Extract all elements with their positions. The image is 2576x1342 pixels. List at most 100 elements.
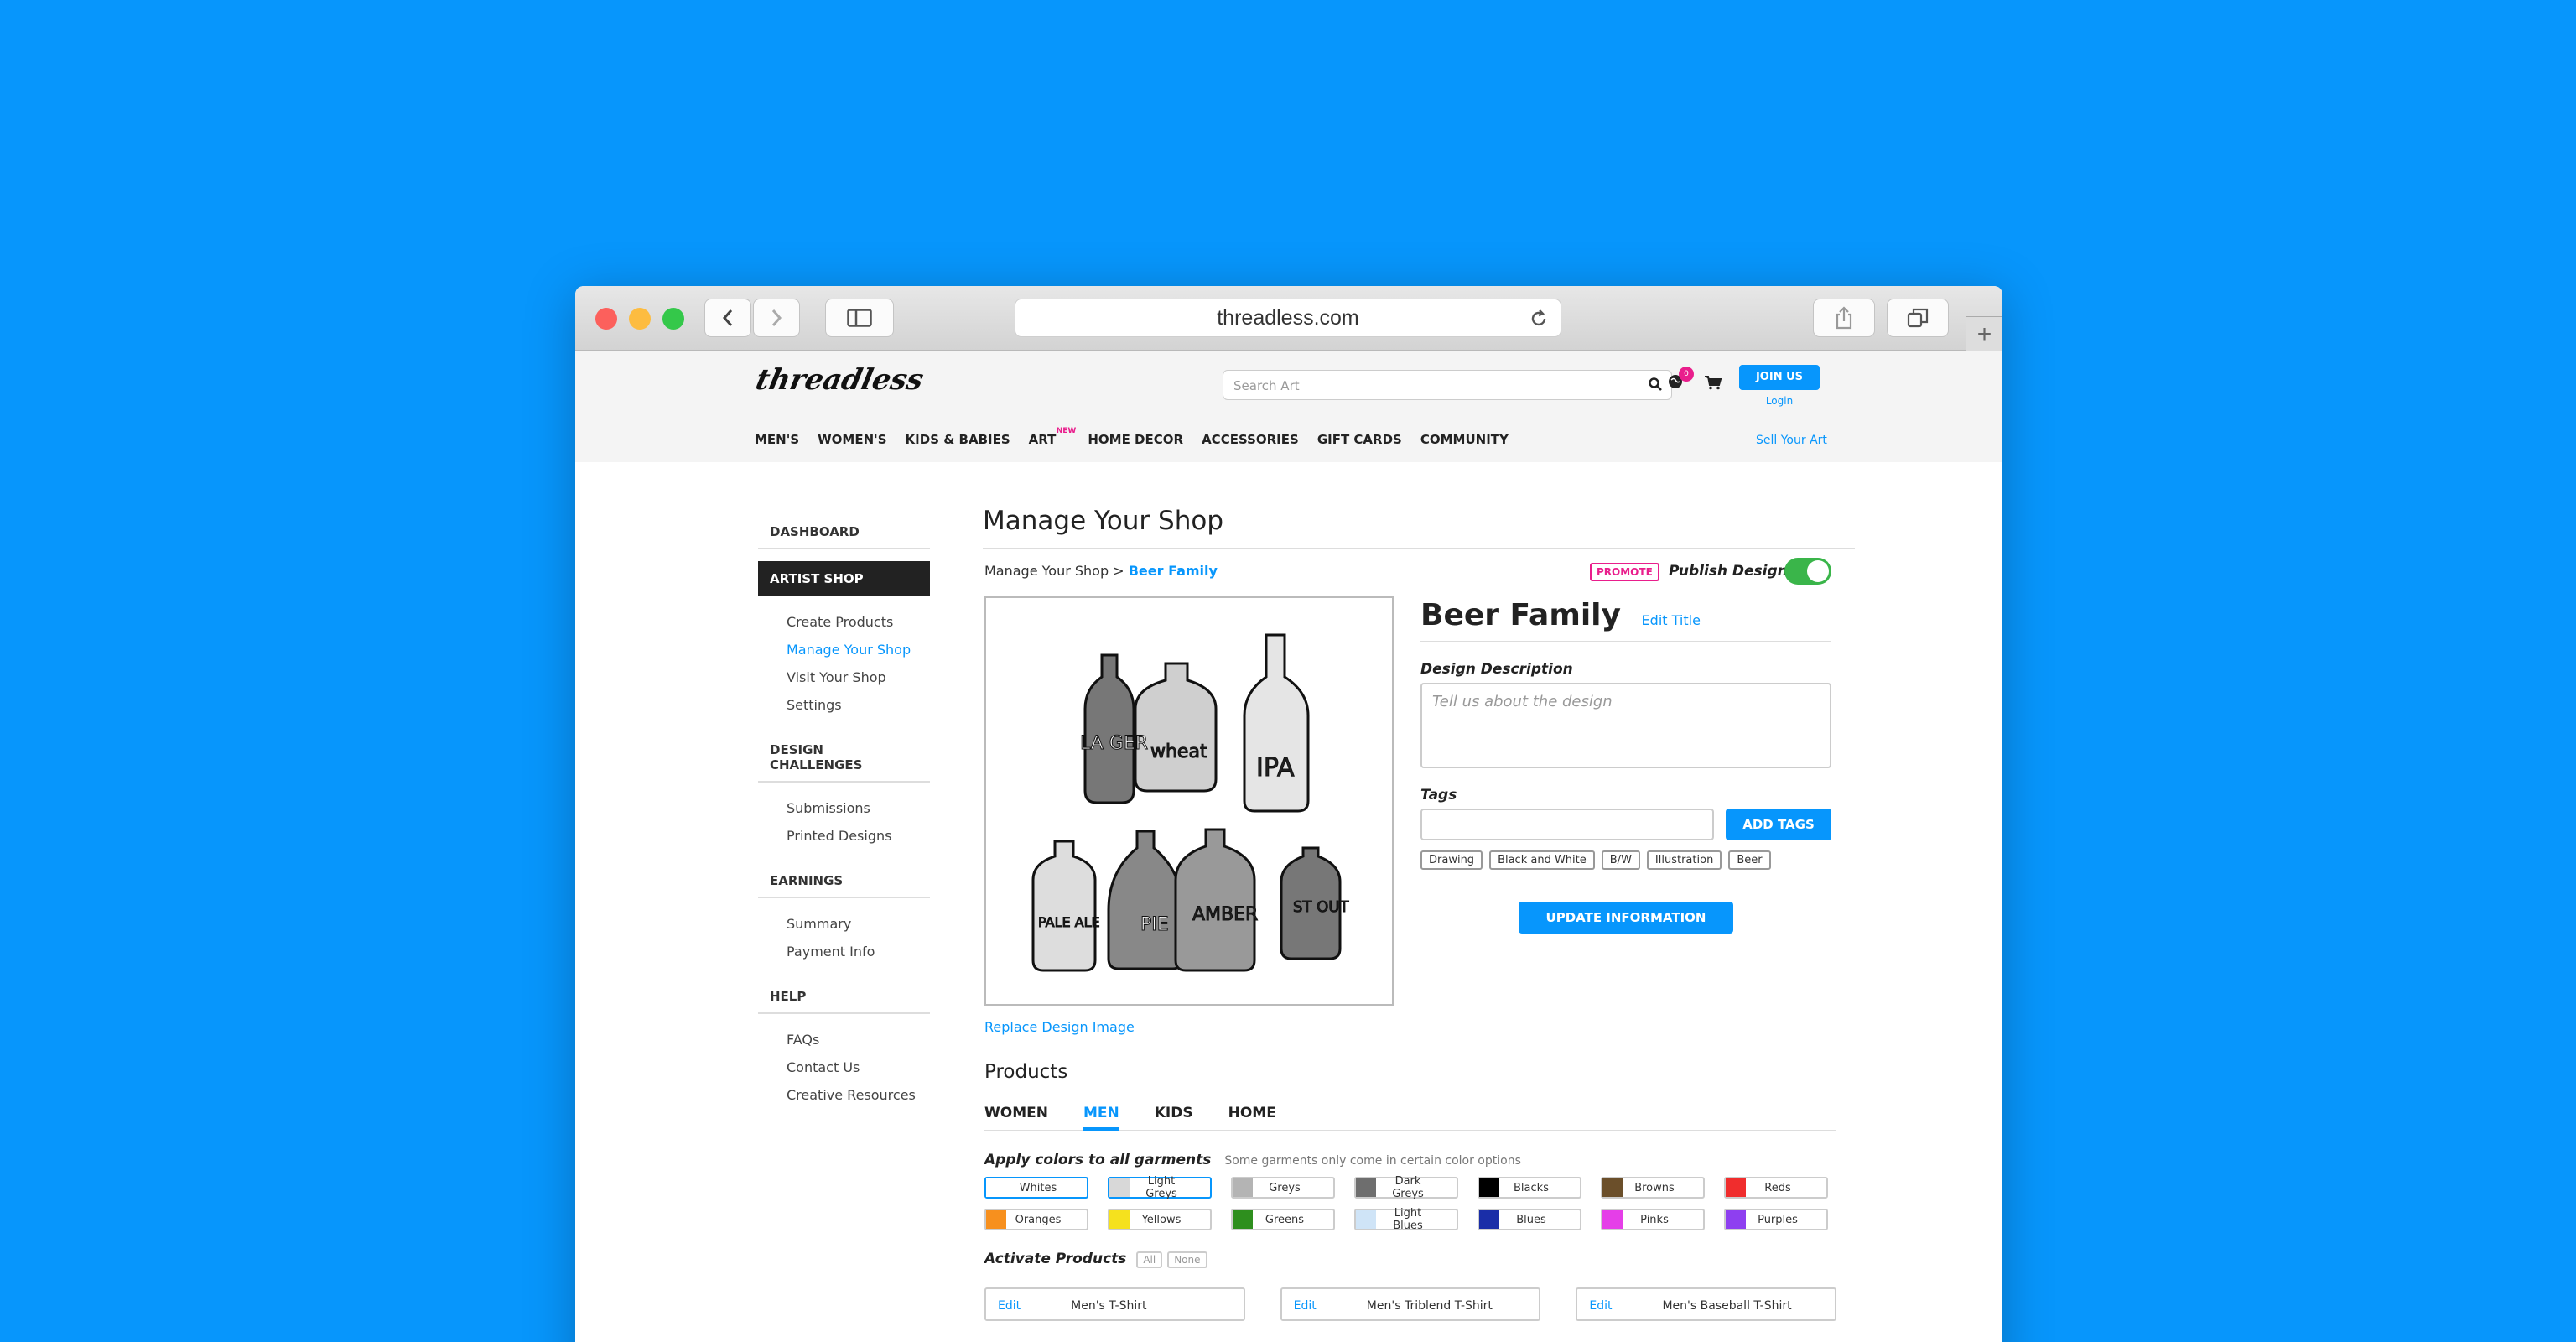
tags-input[interactable] [1420, 809, 1714, 840]
sidebar-item-submissions[interactable]: Submissions [758, 794, 930, 822]
product-card-mens-triblend[interactable]: Edit Men's Triblend T-Shirt [1280, 1287, 1541, 1321]
product-card-mens-tshirt[interactable]: Edit Men's T-Shirt [984, 1287, 1245, 1321]
edit-product-link[interactable]: Edit [1294, 1299, 1317, 1313]
sidebar-toggle-button[interactable] [825, 299, 894, 337]
edit-product-link[interactable]: Edit [998, 1299, 1021, 1313]
tabs-icon [1907, 308, 1929, 328]
join-us-button[interactable]: JOIN US [1739, 365, 1820, 390]
promote-button[interactable]: PROMOTE [1590, 563, 1659, 581]
new-tab-button[interactable]: + [1966, 316, 2002, 351]
zoom-window-button[interactable] [662, 308, 684, 330]
color-swatch [986, 1178, 1006, 1197]
tag-chip[interactable]: Illustration [1646, 850, 1722, 870]
chevron-left-icon [722, 309, 733, 326]
back-button[interactable] [704, 299, 751, 337]
login-link[interactable]: Login [1754, 395, 1805, 407]
color-option-light-greys[interactable]: Light Greys [1108, 1175, 1212, 1200]
beer-bottles-illustration: LA GER wheat IPA PALE ALE PIE AMBER ST O… [1031, 633, 1350, 972]
color-option-light-blues[interactable]: Light Blues [1354, 1207, 1458, 1232]
address-bar[interactable]: threadless.com [1015, 299, 1561, 337]
sidebar-item-summary[interactable]: Summary [758, 910, 930, 938]
share-button[interactable] [1813, 299, 1875, 337]
description-label: Design Description [1420, 661, 1573, 678]
nav-home-decor[interactable]: HOME DECOR [1088, 432, 1183, 447]
sidebar-item-faqs[interactable]: FAQs [758, 1026, 930, 1053]
color-swatch [1233, 1178, 1253, 1197]
color-option-pinks[interactable]: Pinks [1601, 1209, 1705, 1230]
tab-women[interactable]: WOMEN [984, 1105, 1048, 1121]
tab-home[interactable]: HOME [1228, 1105, 1276, 1121]
color-name: Greys [1269, 1181, 1301, 1194]
sidebar-design-challenges[interactable]: DESIGN CHALLENGES [758, 734, 930, 783]
color-option-purples[interactable]: Purples [1724, 1209, 1828, 1230]
product-card-mens-baseball[interactable]: Edit Men's Baseball T-Shirt [1576, 1287, 1837, 1321]
edit-title-link[interactable]: Edit Title [1642, 612, 1701, 628]
product-name: Men's Baseball T-Shirt [1662, 1299, 1792, 1313]
color-option-whites[interactable]: Whites [984, 1177, 1088, 1199]
color-option-blacks[interactable]: Blacks [1478, 1177, 1581, 1199]
art-label-stout: ST OUT [1293, 898, 1349, 916]
color-option-browns[interactable]: Browns [1601, 1177, 1705, 1199]
products-section: Products WOMEN MEN KIDS HOME Apply color… [984, 1061, 1837, 1321]
color-option-dark-greys[interactable]: Dark Greys [1354, 1175, 1458, 1200]
replace-design-image-link[interactable]: Replace Design Image [984, 1019, 1135, 1035]
sidebar-item-visit-your-shop[interactable]: Visit Your Shop [758, 663, 930, 691]
sidebar-dashboard[interactable]: DASHBOARD [758, 516, 930, 549]
cart-icon[interactable] [1704, 375, 1722, 390]
color-option-oranges[interactable]: Oranges [984, 1209, 1088, 1230]
select-all-button[interactable]: All [1136, 1251, 1163, 1268]
color-name: Greens [1265, 1213, 1305, 1226]
threadless-logo[interactable]: threadless [753, 363, 927, 397]
forward-button[interactable] [753, 299, 800, 337]
url-text: threadless.com [1217, 305, 1359, 330]
color-swatch [1233, 1210, 1253, 1229]
color-option-yellows[interactable]: Yellows [1108, 1209, 1212, 1230]
sidebar-item-payment-info[interactable]: Payment Info [758, 938, 930, 965]
sidebar-help[interactable]: HELP [758, 980, 930, 1014]
sidebar-item-create-products[interactable]: Create Products [758, 608, 930, 636]
sell-your-art-link[interactable]: Sell Your Art [1756, 434, 1827, 447]
sidebar-item-printed-designs[interactable]: Printed Designs [758, 822, 930, 850]
tab-men[interactable]: MEN [1083, 1105, 1119, 1131]
color-option-greens[interactable]: Greens [1231, 1209, 1335, 1230]
nav-mens[interactable]: MEN'S [755, 432, 799, 447]
tag-chip[interactable]: Beer [1728, 850, 1771, 870]
update-information-button[interactable]: UPDATE INFORMATION [1519, 902, 1733, 934]
tag-chip[interactable]: Black and White [1489, 850, 1595, 870]
nav-kids-babies[interactable]: KIDS & BABIES [906, 432, 1010, 447]
nav-gift-cards[interactable]: GIFT CARDS [1317, 432, 1402, 447]
tabs-overview-button[interactable] [1887, 299, 1949, 337]
sidebar-artist-shop[interactable]: ARTIST SHOP [758, 561, 930, 596]
nav-art[interactable]: ART NEW [1029, 427, 1077, 447]
site-header: threadless Search Art 0 JOIN US Login ME… [575, 351, 2002, 462]
nav-community[interactable]: COMMUNITY [1420, 432, 1509, 447]
search-icon[interactable] [1648, 377, 1663, 392]
color-option-greys[interactable]: Greys [1231, 1177, 1335, 1199]
close-window-button[interactable] [595, 308, 617, 330]
breadcrumb-root[interactable]: Manage Your Shop [984, 563, 1109, 579]
toggle-knob [1807, 560, 1829, 582]
search-input[interactable]: Search Art [1223, 370, 1672, 400]
minimize-window-button[interactable] [629, 308, 651, 330]
tag-chip[interactable]: B/W [1601, 850, 1640, 870]
product-cards: Edit Men's T-Shirt Edit Men's Triblend T-S… [984, 1287, 1837, 1321]
edit-product-link[interactable]: Edit [1589, 1299, 1612, 1313]
nav-accessories[interactable]: ACCESSORIES [1202, 432, 1299, 447]
tab-kids[interactable]: KIDS [1155, 1105, 1193, 1121]
sidebar-earnings[interactable]: EARNINGS [758, 865, 930, 898]
select-none-button[interactable]: None [1167, 1251, 1208, 1268]
publish-toggle[interactable] [1784, 558, 1831, 585]
reload-icon[interactable] [1529, 309, 1549, 329]
description-textarea[interactable]: Tell us about the design [1420, 683, 1831, 768]
publish-design-label: Publish Design [1669, 563, 1788, 580]
nav-womens[interactable]: WOMEN'S [818, 432, 886, 447]
sidebar-item-settings[interactable]: Settings [758, 691, 930, 719]
sidebar-item-contact-us[interactable]: Contact Us [758, 1053, 930, 1081]
add-tags-button[interactable]: ADD TAGS [1726, 809, 1831, 840]
color-option-blues[interactable]: Blues [1478, 1209, 1581, 1230]
tag-chip[interactable]: Drawing [1420, 850, 1483, 870]
color-option-reds[interactable]: Reds [1724, 1177, 1828, 1199]
sidebar-item-creative-resources[interactable]: Creative Resources [758, 1081, 930, 1109]
color-swatch [1356, 1210, 1376, 1229]
sidebar-item-manage-your-shop[interactable]: Manage Your Shop [758, 636, 930, 663]
